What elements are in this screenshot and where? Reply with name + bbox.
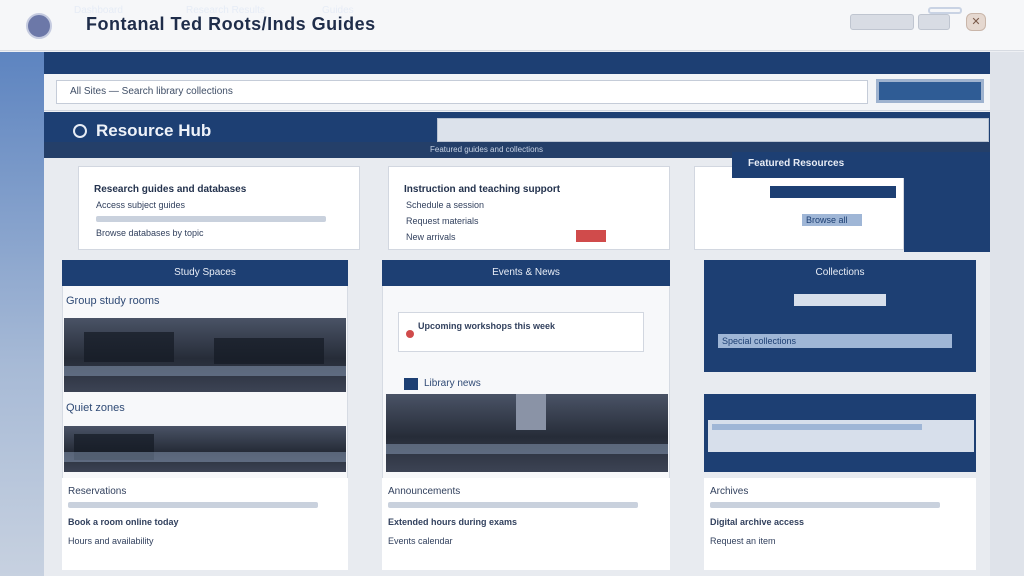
column-header-title: Collections — [815, 267, 865, 278]
placeholder-line — [710, 502, 940, 508]
alert-badge — [576, 230, 606, 242]
featured-side-panel — [904, 178, 990, 252]
event-card[interactable] — [398, 312, 644, 352]
footer-title: Reservations — [68, 486, 127, 497]
top-card-line: Browse databases by topic — [96, 228, 204, 238]
footer-title: Archives — [710, 486, 749, 497]
top-card-title: Instruction and teaching support — [404, 184, 561, 195]
placeholder-line — [388, 502, 638, 508]
footer-item[interactable]: Book a room online today — [68, 517, 179, 527]
footer-item[interactable]: Request an item — [710, 536, 776, 546]
news-icon — [404, 378, 418, 390]
placeholder-line — [68, 502, 318, 508]
event-dot-icon — [406, 330, 414, 338]
top-card-line: New arrivals — [406, 232, 456, 242]
app-logo-icon — [26, 13, 52, 39]
collections-section-label: Special collections — [722, 336, 797, 346]
minimize-button[interactable] — [850, 14, 914, 30]
photo-library-news[interactable] — [386, 394, 668, 472]
search-button[interactable] — [876, 79, 984, 103]
header-search-field[interactable] — [437, 118, 989, 142]
placeholder-line — [96, 216, 326, 222]
top-card-line: Request materials — [406, 216, 479, 226]
hamburger-icon[interactable] — [928, 7, 962, 14]
featured-title: Featured Resources — [748, 158, 845, 169]
search-input-text: All Sites — Search library collections — [70, 86, 233, 97]
close-icon[interactable]: ✕ — [966, 13, 986, 31]
subheader-text: Featured guides and collections — [430, 145, 543, 154]
event-title: Upcoming workshops this week — [418, 321, 556, 331]
right-scroll-area[interactable] — [990, 52, 1024, 576]
footer-item[interactable]: Digital archive access — [710, 517, 804, 527]
nav-item-guides[interactable]: Guides — [322, 5, 354, 16]
featured-banner — [770, 186, 896, 198]
section-label[interactable]: Library news — [424, 378, 481, 389]
collections-chip[interactable] — [794, 294, 886, 306]
footer-item[interactable]: Hours and availability — [68, 536, 154, 546]
left-sidebar — [0, 52, 44, 576]
photo-study-room[interactable] — [64, 318, 346, 392]
footer-item[interactable]: Events calendar — [388, 536, 453, 546]
footer-item[interactable]: Extended hours during exams — [388, 517, 517, 527]
section-label[interactable]: Quiet zones — [66, 402, 125, 414]
browse-all-label: Browse all — [806, 215, 848, 225]
section-label[interactable]: Group study rooms — [66, 295, 160, 307]
photo-quiet-zone[interactable] — [64, 426, 346, 472]
maximize-button[interactable] — [918, 14, 950, 30]
footer-title: Announcements — [388, 486, 461, 497]
top-card-line: Schedule a session — [406, 200, 485, 210]
main-navigation — [44, 52, 990, 74]
info-icon — [73, 124, 87, 138]
column-header-title: Study Spaces — [174, 267, 236, 278]
nav-item-research-results[interactable]: Research Results — [186, 5, 265, 16]
window-title: Fontanal Ted Roots/Inds Guides — [86, 14, 376, 34]
collections-progress-fill — [712, 424, 922, 430]
page-title: Resource Hub — [96, 121, 212, 140]
top-card-featured[interactable] — [694, 166, 904, 250]
top-card-title: Research guides and databases — [94, 184, 247, 195]
top-card-line: Access subject guides — [96, 200, 186, 210]
nav-item-dashboard[interactable]: Dashboard — [74, 5, 123, 16]
column-header-title: Events & News — [492, 267, 560, 278]
